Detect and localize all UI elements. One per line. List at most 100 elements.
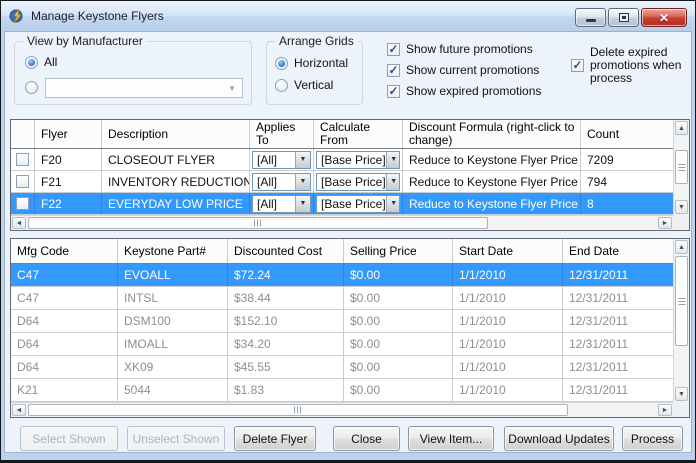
scroll-left-icon[interactable]: ◄ [12,404,26,416]
cell-formula[interactable]: Reduce to Keystone Flyer Price [403,193,581,214]
radio-all[interactable]: All [25,55,57,69]
cell-formula[interactable]: Reduce to Keystone Flyer Price [403,171,581,192]
close-button[interactable]: ✕ [641,8,687,27]
checkbox-checked-icon [387,43,400,56]
header-discount-formula[interactable]: Discount Formula (right-click to change) [403,120,581,148]
horizontal-scroll-thumb[interactable] [28,404,568,416]
cell-keystone-part: IMOALL [118,333,228,355]
header-flyer[interactable]: Flyer [35,120,102,148]
header-applies-to[interactable]: Applies To [250,120,314,148]
cell-formula[interactable]: Reduce to Keystone Flyer Price [403,149,581,170]
header-calculate-from[interactable]: Calculate From [314,120,403,148]
item-grid-vertical-scrollbar[interactable]: ▲ ▼ [673,239,689,402]
cell-discounted-cost: $1.83 [228,379,344,401]
item-row[interactable]: C47 INTSL $38.44 $0.00 1/1/2010 12/31/20… [11,287,673,310]
header-start-date[interactable]: Start Date [453,239,563,263]
cell-flyer: F22 [35,193,102,214]
row-checkbox[interactable] [16,153,29,166]
scroll-down-icon[interactable]: ▼ [675,200,688,214]
chevron-down-icon: ▼ [386,174,400,190]
item-grid-horizontal-scrollbar[interactable]: ◄ ► [11,402,673,417]
cell-selling-price: $0.00 [344,310,453,332]
checkbox-delete-expired-promotions[interactable]: Delete expired promotions when process [571,46,692,85]
delete-flyer-button[interactable]: Delete Flyer [234,426,316,451]
radio-horizontal[interactable]: Horizontal [275,56,348,70]
radio-vertical[interactable]: Vertical [275,78,333,92]
flyer-grid-horizontal-scrollbar[interactable]: ◄ ► [11,215,673,230]
cell-count: 794 [581,171,673,192]
title-bar[interactable]: Manage Keystone Flyers ✕ [1,1,695,31]
item-row[interactable]: K21 5044 $1.83 $0.00 1/1/2010 12/31/2011 [11,379,673,402]
manufacturer-dropdown[interactable]: ▼ [45,78,243,98]
item-row[interactable]: D64 XK09 $45.55 $0.00 1/1/2010 12/31/201… [11,356,673,379]
scroll-right-icon[interactable]: ► [658,217,672,229]
scroll-up-icon[interactable]: ▲ [675,121,688,135]
horizontal-scroll-thumb[interactable] [28,217,488,229]
cell-keystone-part: INTSL [118,287,228,309]
flyer-grid-header: Flyer Description Applies To Calculate F… [11,120,673,149]
cell-selling-price: $0.00 [344,379,453,401]
radio-all-label: All [44,55,57,69]
header-end-date[interactable]: End Date [563,239,673,263]
header-count[interactable]: Count [581,120,673,148]
flyer-row[interactable]: F20 CLOSEOUT FLYER [All]▼ [Base Price]▼ … [11,149,673,171]
radio-manufacturer-icon [25,81,38,94]
unselect-shown-button: Unselect Shown [127,426,225,451]
cell-description: EVERYDAY LOW PRICE [102,193,250,214]
calculate-from-dropdown[interactable]: [Base Price]▼ [316,173,400,191]
flyer-row-selected[interactable]: F22 EVERYDAY LOW PRICE [All]▼ [Base Pric… [11,193,673,215]
show-expired-promotions-label: Show expired promotions [406,84,541,98]
scroll-down-icon[interactable]: ▼ [675,387,688,401]
radio-vertical-icon [275,79,288,92]
process-button[interactable]: Process [622,426,683,451]
header-checkbox-column[interactable] [11,120,35,148]
item-row[interactable]: D64 DSM100 $152.10 $0.00 1/1/2010 12/31/… [11,310,673,333]
applies-to-dropdown[interactable]: [All]▼ [252,151,311,169]
scroll-up-icon[interactable]: ▲ [675,240,688,254]
cell-keystone-part: DSM100 [118,310,228,332]
row-checkbox[interactable] [16,175,29,188]
cell-description: INVENTORY REDUCTION [102,171,250,192]
header-description[interactable]: Description [102,120,250,148]
cell-discounted-cost: $72.24 [228,264,344,286]
item-row-selected[interactable]: C47 EVOALL $72.24 $0.00 1/1/2010 12/31/2… [11,264,673,287]
header-discounted-cost[interactable]: Discounted Cost [228,239,344,263]
vertical-scroll-thumb[interactable] [675,256,688,346]
cell-mfg-code: D64 [11,333,118,355]
checkbox-show-current-promotions[interactable]: Show current promotions [387,63,539,77]
cell-flyer: F20 [35,149,102,170]
checkbox-show-expired-promotions[interactable]: Show expired promotions [387,84,541,98]
minimize-icon [586,19,596,22]
header-keystone-part[interactable]: Keystone Part# [118,239,228,263]
view-by-manufacturer-label: View by Manufacturer [23,34,147,48]
flyer-row[interactable]: F21 INVENTORY REDUCTION [All]▼ [Base Pri… [11,171,673,193]
item-row[interactable]: D64 IMOALL $34.20 $0.00 1/1/2010 12/31/2… [11,333,673,356]
minimize-button[interactable] [575,8,606,27]
maximize-button[interactable] [608,8,639,27]
scroll-right-icon[interactable]: ► [658,404,672,416]
vertical-scroll-thumb[interactable] [675,150,688,184]
cell-mfg-code: C47 [11,287,118,309]
flyer-grid-vertical-scrollbar[interactable]: ▲ ▼ [673,120,689,215]
chevron-down-icon: ▼ [295,174,310,190]
row-checkbox[interactable] [16,197,29,210]
scroll-left-icon[interactable]: ◄ [12,217,26,229]
maximize-icon [619,13,629,22]
header-mfg-code[interactable]: Mfg Code [11,239,118,263]
header-selling-price[interactable]: Selling Price [344,239,453,263]
applies-to-dropdown[interactable]: [All]▼ [252,195,311,213]
calculate-from-dropdown[interactable]: [Base Price]▼ [316,195,400,213]
cell-start-date: 1/1/2010 [453,264,563,286]
radio-horizontal-label: Horizontal [294,56,348,70]
close-dialog-button[interactable]: Close [333,426,400,451]
radio-manufacturer[interactable] [25,81,38,94]
download-updates-button[interactable]: Download Updates [504,426,614,451]
arrange-grids-group: Arrange Grids Horizontal Vertical [266,41,363,105]
checkbox-show-future-promotions[interactable]: Show future promotions [387,42,533,56]
applies-to-dropdown[interactable]: [All]▼ [252,173,311,191]
cell-keystone-part: 5044 [118,379,228,401]
view-item-button[interactable]: View Item... [408,426,494,451]
cell-selling-price: $0.00 [344,356,453,378]
checkbox-checked-icon [571,59,584,72]
calculate-from-dropdown[interactable]: [Base Price]▼ [316,151,400,169]
